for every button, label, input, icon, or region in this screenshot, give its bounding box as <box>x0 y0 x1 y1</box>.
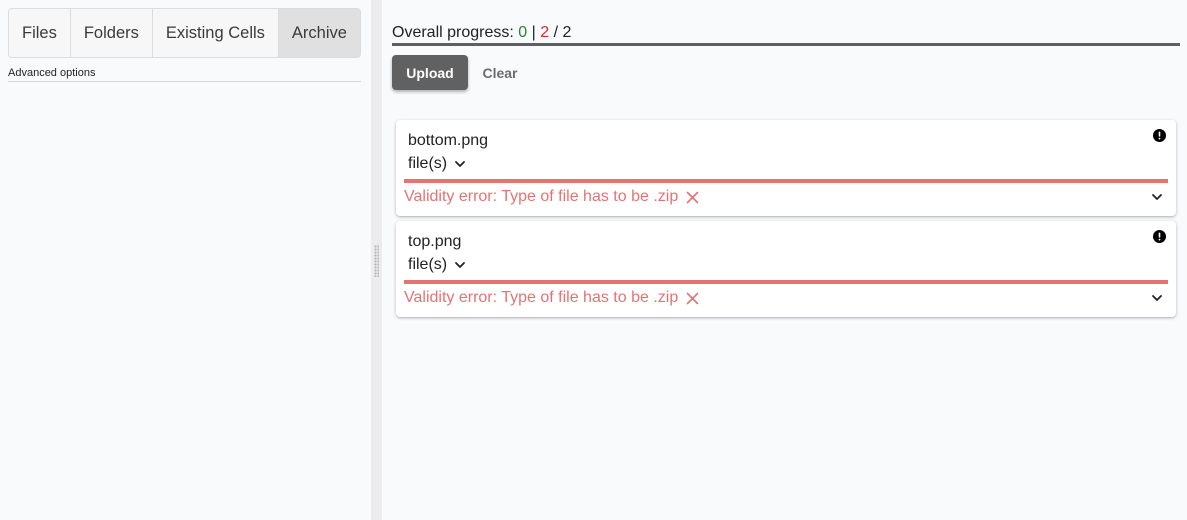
file-type-label: file(s) <box>408 256 448 273</box>
file-type-label: file(s) <box>408 155 448 172</box>
progress-total-count: 2 <box>562 24 572 41</box>
close-icon[interactable] <box>686 191 699 204</box>
tab-existing-cells[interactable]: Existing Cells <box>152 9 279 57</box>
alert-icon <box>1153 230 1166 243</box>
alert-icon <box>1153 129 1166 142</box>
clear-button[interactable]: Clear <box>474 55 526 90</box>
tab-folders[interactable]: Folders <box>70 9 153 57</box>
file-card: bottom.png file(s) Validity error: Type … <box>396 120 1176 216</box>
progress-slash: / <box>553 24 559 41</box>
right-panel: Overall progress: 0 | 2 / 2 Upload Clear… <box>382 0 1187 520</box>
progress-separator: | <box>531 24 536 41</box>
source-tabs: Files Folders Existing Cells Archive <box>8 8 361 58</box>
upload-button[interactable]: Upload <box>392 55 468 90</box>
validity-error-text: Validity error: Type of file has to be .… <box>404 188 679 205</box>
panel-splitter[interactable] <box>371 0 382 520</box>
file-name: top.png <box>408 233 462 250</box>
tab-archive[interactable]: Archive <box>278 9 360 57</box>
progress-failed-count: 2 <box>540 24 550 41</box>
progress-ok-count: 0 <box>518 24 528 41</box>
file-card: top.png file(s) Validity error: Type of … <box>396 221 1176 317</box>
progress-label: Overall progress: <box>392 24 514 41</box>
overall-progress: Overall progress: 0 | 2 / 2 <box>392 24 571 42</box>
file-type-select[interactable]: file(s) <box>408 155 467 173</box>
app-root: Files Folders Existing Cells Archive Adv… <box>0 0 1187 520</box>
chevron-down-icon[interactable] <box>1150 190 1164 204</box>
chevron-down-icon <box>455 262 466 268</box>
splitter-grip-icon[interactable] <box>374 245 379 277</box>
error-bar <box>404 280 1168 284</box>
file-name: bottom.png <box>408 132 489 149</box>
chevron-down-icon <box>455 161 466 167</box>
close-icon[interactable] <box>686 292 699 305</box>
overall-progress-bar <box>392 43 1180 46</box>
validity-error: Validity error: Type of file has to be .… <box>404 188 699 206</box>
advanced-options-toggle[interactable]: Advanced options <box>8 67 361 82</box>
error-bar <box>404 179 1168 183</box>
left-panel: Files Folders Existing Cells Archive Adv… <box>0 0 371 520</box>
tab-files[interactable]: Files <box>9 9 71 57</box>
file-type-select[interactable]: file(s) <box>408 256 467 274</box>
validity-error: Validity error: Type of file has to be .… <box>404 289 699 307</box>
chevron-down-icon[interactable] <box>1150 291 1164 305</box>
validity-error-text: Validity error: Type of file has to be .… <box>404 289 679 306</box>
